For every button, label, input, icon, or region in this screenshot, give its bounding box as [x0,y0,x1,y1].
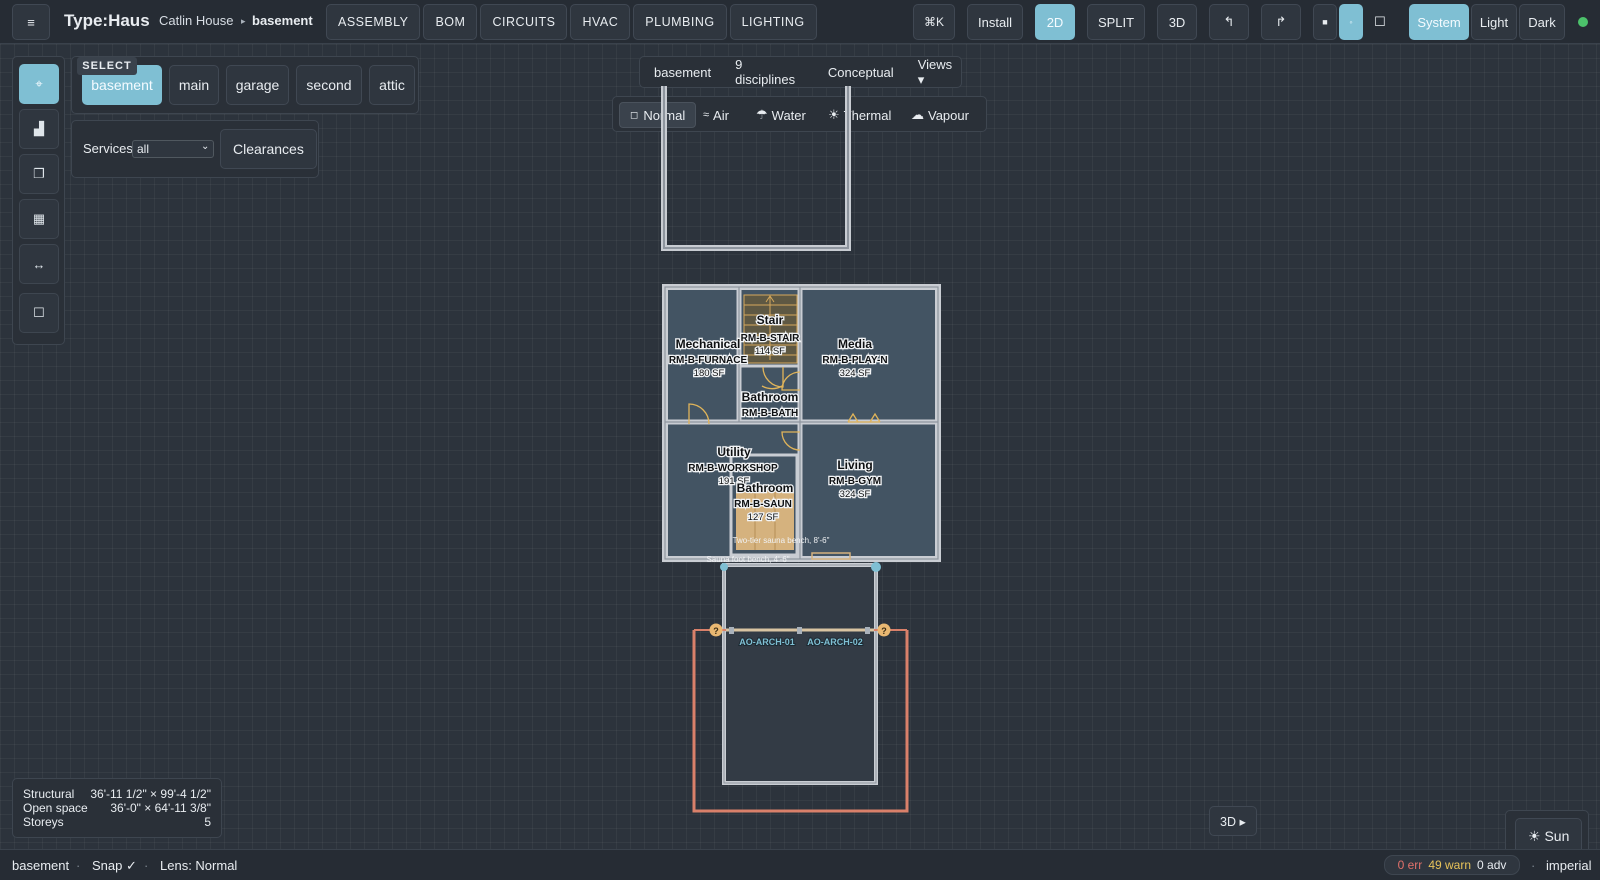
warning-count: 49 warn [1428,858,1472,872]
tab-lighting[interactable]: LIGHTING [729,4,817,40]
views-dropdown[interactable]: Views ▾ [918,57,961,88]
lens-vapour-label: Vapour [928,107,969,123]
lens-thermal[interactable]: ☀ Thermal [818,102,901,128]
small-point-icon[interactable]: ■ [1313,4,1337,40]
stat-structural-value: 36'-11 1/2" × 99'-4 1/2" [90,787,211,801]
install-button[interactable]: Install [967,4,1023,40]
chevron-down-icon: ⌄ [201,141,210,152]
theme-light-button[interactable]: Light [1471,4,1517,40]
issues-badge[interactable]: 0 err 49 warn 0 adv [1384,855,1520,875]
tab-circuits[interactable]: CIRCUITS [480,4,568,40]
connection-status-dot [1578,17,1588,27]
clearances-button[interactable]: Clearances [220,129,317,169]
status-snap[interactable]: Snap ✓ [92,858,137,874]
select-icon[interactable]: ⌖ [19,64,59,104]
umbrella-icon: ☂ [756,107,768,122]
view-3d-button[interactable]: 3D [1157,4,1197,40]
chevron-right-icon: ▸ [241,16,246,26]
tab-assembly[interactable]: ASSEMBLY [326,4,421,40]
undo-icon[interactable]: ↰ [1209,4,1249,40]
medium-point-icon[interactable]: ◦ [1339,4,1363,40]
lens-vapour[interactable]: ☁ Vapour [901,102,979,128]
air-icon: ≈ [703,109,710,121]
status-separator: · [76,858,81,873]
command-palette-button[interactable]: ⌘K [913,4,955,40]
block-icon[interactable]: ▦ [19,199,59,239]
tab-hvac[interactable]: HVAC [570,4,631,40]
status-bar: basement · Snap ✓ · Lens: Normal · imper… [0,849,1600,880]
sun-icon: ☀ [828,107,840,122]
breadcrumb-level: basement [252,13,313,28]
square-icon: ◻ [630,109,639,121]
lens-air-label: Air [713,107,729,123]
app-brand: Type:Haus [64,11,150,30]
info-level[interactable]: basement [654,65,711,80]
stat-storeys-label: Storeys [23,815,64,829]
info-mode[interactable]: Conceptual [828,65,894,80]
wall-icon[interactable]: ▟ [19,109,59,149]
tab-plumbing[interactable]: PLUMBING [633,4,727,40]
lens-normal-label: Normal [643,107,686,123]
lens-normal[interactable]: ◻ Normal [619,102,697,128]
stat-open-space-label: Open space [23,801,88,815]
info-disciplines[interactable]: 9 disciplines [735,57,804,87]
floor-second[interactable]: second [296,65,362,105]
status-level: basement [12,858,70,873]
hamburger-icon[interactable]: ≡ [12,4,50,40]
select-mode-tag: SELECT [77,57,137,75]
level-info-strip: basement 9 disciplines Conceptual Views … [639,56,962,88]
lens-strip: ◻ Normal ≈ Air ☂ Water ☀ Thermal ☁ Vapour [612,96,987,132]
tool-rail: ⌖ ▟ ❐ ▦ ↔ ☐ [12,56,65,345]
status-units[interactable]: imperial [1546,858,1592,873]
lens-thermal-label: Thermal [843,107,892,123]
frame-icon[interactable]: ☐ [1365,4,1395,40]
stat-open-space-value: 36'-0" × 64'-11 3/8" [110,801,211,815]
dimension-icon[interactable]: ↔ [19,244,59,284]
cloud-icon: ☁ [911,107,924,122]
dimension-stats-panel: Structural 36'-11 1/2" × 99'-4 1/2" Open … [12,778,222,838]
lens-water[interactable]: ☂ Water [746,102,816,128]
lens-water-label: Water [771,107,806,123]
discipline-tabs: ASSEMBLY BOM CIRCUITS HVAC PLUMBING LIGH… [326,4,817,40]
floor-garage[interactable]: garage [226,65,289,105]
view-3d-toggle[interactable]: 3D ▸ [1209,806,1257,836]
lens-air[interactable]: ≈ Air [693,102,739,128]
theme-dark-button[interactable]: Dark [1519,4,1565,40]
stat-storeys-value: 5 [204,815,211,829]
status-lens: Lens: Normal [160,858,238,873]
top-bar: ≡ Type:Haus Catlin House ▸ basement ASSE… [0,0,1600,44]
redo-icon[interactable]: ↱ [1261,4,1301,40]
services-label: Services [83,141,133,156]
floor-attic[interactable]: attic [369,65,415,105]
advisory-count: 0 adv [1477,858,1507,872]
status-separator: · [144,858,149,873]
error-count: 0 err [1397,858,1423,872]
status-separator: · [1531,858,1536,873]
stat-structural-label: Structural [23,787,75,801]
room-icon[interactable]: ❐ [19,154,59,194]
frame-tool-icon[interactable]: ☐ [19,293,59,333]
view-2d-button[interactable]: 2D [1035,4,1075,40]
view-split-button[interactable]: SPLIT [1087,4,1145,40]
tab-bom[interactable]: BOM [423,4,478,40]
theme-system-button[interactable]: System [1409,4,1469,40]
breadcrumb-project[interactable]: Catlin House [159,13,233,28]
floor-main[interactable]: main [169,65,219,105]
